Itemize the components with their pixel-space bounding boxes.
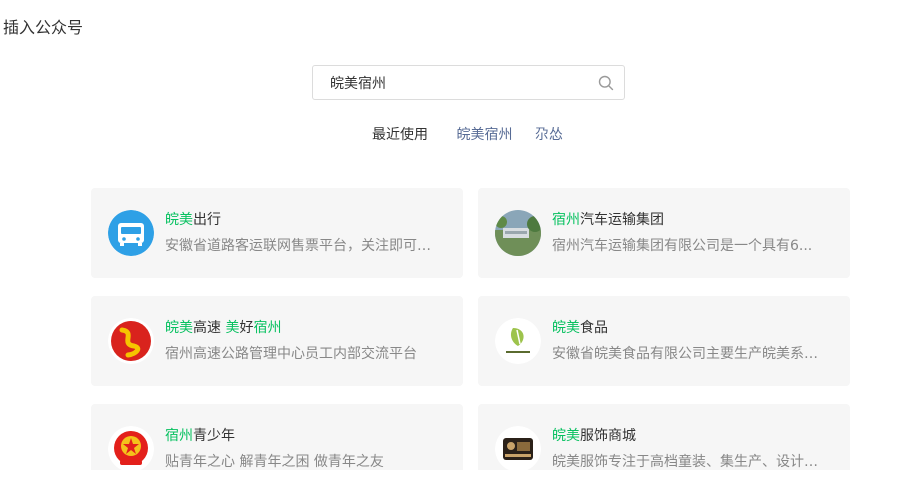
page-title: 插入公众号 <box>3 18 84 37</box>
account-name: 宿州汽车运输集团 <box>552 210 664 230</box>
account-desc: 安徽省皖美食品有限公司主要生产皖美系列产品 <box>552 346 824 362</box>
account-name: 皖美食品 <box>552 318 608 338</box>
recent-tag[interactable]: 尕怂 <box>535 127 563 143</box>
name-highlight: 皖美 <box>552 428 580 444</box>
account-card[interactable]: 皖美食品 安徽省皖美食品有限公司主要生产皖美系列产品 <box>478 296 850 386</box>
account-name: 皖美出行 <box>165 210 221 230</box>
name-text: 出行 <box>193 212 221 228</box>
name-text: 青少年 <box>193 428 235 444</box>
account-name: 皖美服饰商城 <box>552 426 636 446</box>
name-highlight: 宿州 <box>552 212 580 228</box>
account-desc: 安徽省道路客运联网售票平台，关注即可查询和购买全省车票 <box>165 238 437 254</box>
account-card[interactable]: 皖美高速 美好宿州 宿州高速公路管理中心员工内部交流平台 <box>91 296 463 386</box>
account-card[interactable]: 宿州汽车运输集团 宿州汽车运输集团有限公司是一个具有6... <box>478 188 850 278</box>
account-desc: 宿州高速公路管理中心员工内部交流平台 <box>165 346 417 362</box>
account-name: 皖美高速 美好宿州 <box>165 318 281 338</box>
name-highlight: 皖美 <box>552 320 580 336</box>
bus-logo-icon <box>108 210 154 256</box>
clothing-logo-icon <box>495 426 541 472</box>
search-input[interactable] <box>313 66 593 99</box>
name-highlight: 皖美 <box>165 320 193 336</box>
account-name: 宿州青少年 <box>165 426 235 446</box>
name-text: 服饰商城 <box>580 428 636 444</box>
name-highlight: 皖美 <box>165 212 193 228</box>
name-highlight: 美 <box>225 320 240 336</box>
name-highlight: 宿州 <box>165 428 193 444</box>
name-text: 汽车运输集团 <box>580 212 664 228</box>
food-logo-icon <box>495 318 541 364</box>
youth-league-icon <box>108 426 154 472</box>
viewport-bottom-clip <box>0 470 903 495</box>
account-desc: 皖美服饰专注于高档童装、集生产、设计、销售于一体 <box>552 454 824 470</box>
name-text: 高速 <box>193 320 226 336</box>
recent-label: 最近使用 <box>372 127 428 143</box>
account-desc: 贴青年之心 解青年之困 做青年之友 <box>165 454 384 470</box>
name-text: 好 <box>239 320 254 336</box>
search-icon[interactable] <box>598 75 614 91</box>
recent-section: 最近使用 皖美宿州 尕怂 <box>372 125 581 145</box>
recent-tag[interactable]: 皖美宿州 <box>456 127 512 143</box>
highway-logo-icon <box>108 318 154 364</box>
account-desc: 宿州汽车运输集团有限公司是一个具有6... <box>552 238 813 254</box>
name-highlight: 宿州 <box>253 320 282 336</box>
search-box[interactable] <box>312 65 625 100</box>
station-photo-icon <box>495 210 541 256</box>
account-card[interactable]: 皖美出行 安徽省道路客运联网售票平台，关注即可查询和购买全省车票 <box>91 188 463 278</box>
name-text: 食品 <box>580 320 608 336</box>
